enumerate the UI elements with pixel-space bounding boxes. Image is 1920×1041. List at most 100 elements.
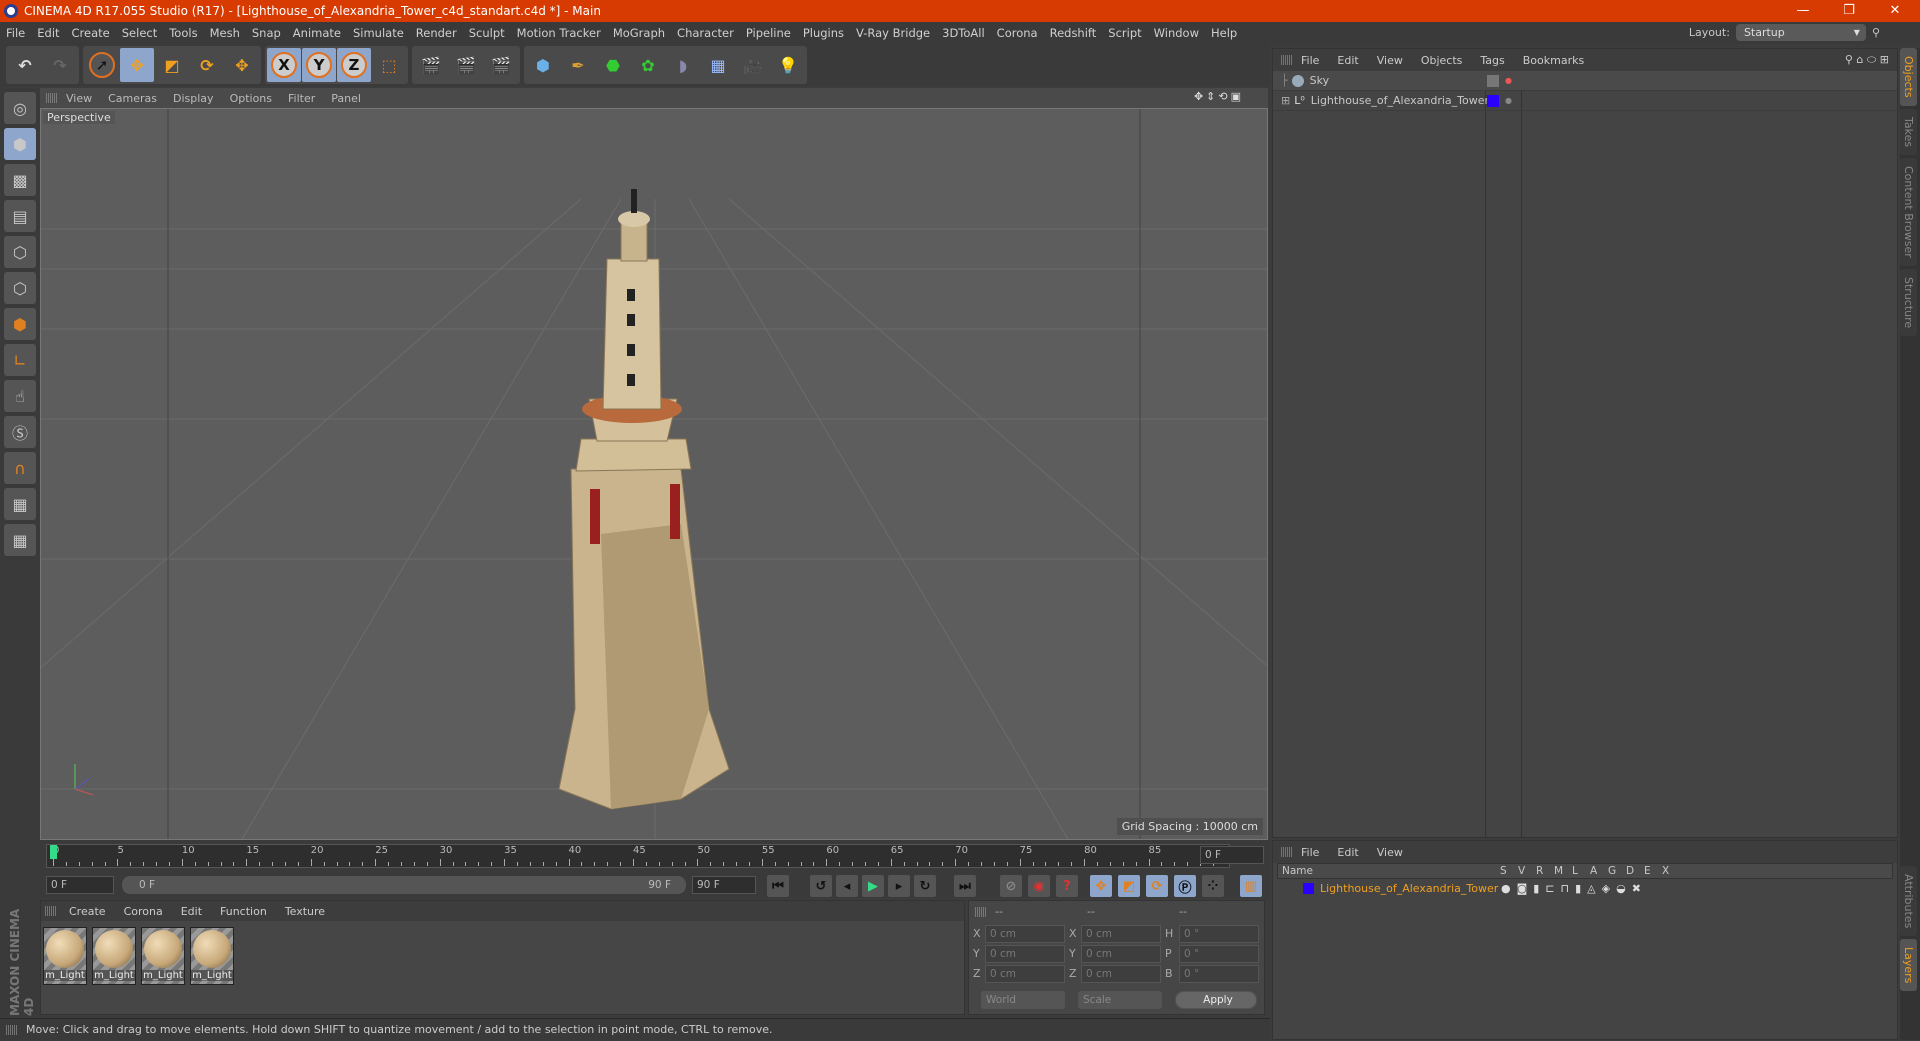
menu-mesh[interactable]: Mesh xyxy=(210,26,240,40)
snap-icon[interactable]: Ⓢ xyxy=(4,416,36,448)
light-button[interactable]: 💡 xyxy=(771,48,805,82)
redo-button[interactable]: ↷ xyxy=(43,48,77,82)
menu-character[interactable]: Character xyxy=(677,26,734,40)
grid-lock-icon[interactable]: ▦ xyxy=(4,488,36,520)
material-swatch[interactable]: m_Light xyxy=(92,927,136,985)
menu-redshift[interactable]: Redshift xyxy=(1050,26,1097,40)
material-menu-create[interactable]: Create xyxy=(69,905,106,918)
next-key-button[interactable]: ↻ xyxy=(914,875,936,897)
autokey-button[interactable]: ? xyxy=(1056,875,1078,897)
object-row-sky[interactable]: ├ Sky ● xyxy=(1273,71,1897,91)
render-view-button[interactable]: 🎬 xyxy=(414,48,448,82)
key-rotation-button[interactable]: ⟳ xyxy=(1146,875,1168,897)
menu-3dtoall[interactable]: 3DToAll xyxy=(942,26,985,40)
coordinate-system-dropdown[interactable]: World xyxy=(981,991,1065,1009)
camera-button[interactable]: 🎥 xyxy=(736,48,770,82)
material-menu-texture[interactable]: Texture xyxy=(285,905,325,918)
record-button[interactable]: ◉ xyxy=(1028,875,1050,897)
key-parameter-button[interactable]: Ⓟ xyxy=(1174,875,1196,897)
close-button[interactable]: ✕ xyxy=(1872,0,1918,22)
layer-menu-edit[interactable]: Edit xyxy=(1337,846,1358,859)
viewport-menu-options[interactable]: Options xyxy=(230,92,272,105)
next-frame-button[interactable]: ▸ xyxy=(888,875,910,897)
viewport-menu-filter[interactable]: Filter xyxy=(288,92,315,105)
tab-content-browser[interactable]: Content Browser xyxy=(1900,157,1917,266)
coord-field[interactable]: 0 cm xyxy=(985,965,1065,983)
layer-column-l[interactable]: L xyxy=(1572,865,1578,877)
menu-sculpt[interactable]: Sculpt xyxy=(469,26,505,40)
tweak-mode-icon[interactable]: ☝ xyxy=(4,380,36,412)
menu-corona[interactable]: Corona xyxy=(997,26,1038,40)
material-menu-edit[interactable]: Edit xyxy=(181,905,202,918)
layer-column-d[interactable]: D xyxy=(1626,865,1634,877)
menu-snap[interactable]: Snap xyxy=(252,26,281,40)
coord-field[interactable]: 0 ° xyxy=(1179,925,1259,943)
viewport-perspective[interactable]: Perspective Grid Spacing : 10000 cm xyxy=(40,108,1268,840)
texture-mode-icon[interactable]: ▩ xyxy=(4,164,36,196)
x-axis-button[interactable]: X xyxy=(267,48,301,82)
material-swatch[interactable]: m_Light xyxy=(141,927,185,985)
floor-button[interactable]: ▦ xyxy=(701,48,735,82)
menu-help[interactable]: Help xyxy=(1211,26,1237,40)
axis-mode-icon[interactable]: ∟ xyxy=(4,344,36,376)
objects-menu-edit[interactable]: Edit xyxy=(1337,54,1358,67)
menu-v-ray-bridge[interactable]: V-Ray Bridge xyxy=(856,26,930,40)
menu-pipeline[interactable]: Pipeline xyxy=(746,26,791,40)
coord-field[interactable]: 0 cm xyxy=(1081,925,1161,943)
frame-range-slider[interactable]: 0 F 90 F xyxy=(122,876,686,894)
objects-menu-file[interactable]: File xyxy=(1301,54,1319,67)
viewport-menu-cameras[interactable]: Cameras xyxy=(108,92,157,105)
previous-frame-button[interactable]: ◂ xyxy=(836,875,858,897)
spline-pen-button[interactable]: ✒ xyxy=(561,48,595,82)
coord-field[interactable]: 0 cm xyxy=(985,945,1065,963)
playhead[interactable] xyxy=(50,845,57,859)
scale-tool-button[interactable]: ◩ xyxy=(155,48,189,82)
start-frame-field[interactable]: 0 F xyxy=(46,876,114,894)
end-frame-field[interactable]: 90 F xyxy=(692,876,756,894)
tab-takes[interactable]: Takes xyxy=(1900,108,1917,155)
layer-row[interactable]: Lighthouse_of_Alexandria_Tower ●◙▮⊏⊓▮◬◈◒… xyxy=(1273,879,1897,897)
go-to-end-button[interactable]: ⏭ xyxy=(954,875,976,897)
object-name[interactable]: Lighthouse_of_Alexandria_Tower xyxy=(1311,94,1489,107)
coord-field[interactable]: 0 cm xyxy=(985,925,1065,943)
layer-column-s[interactable]: S xyxy=(1500,865,1507,877)
viewport-menu-view[interactable]: View xyxy=(66,92,92,105)
coord-field[interactable]: 0 cm xyxy=(1081,965,1161,983)
polygons-mode-icon[interactable]: ⬢ xyxy=(4,308,36,340)
menu-script[interactable]: Script xyxy=(1108,26,1141,40)
layout-dropdown[interactable]: Startup ▼ xyxy=(1735,24,1866,41)
coord-field[interactable]: 0 cm xyxy=(1081,945,1161,963)
layer-column-m[interactable]: M xyxy=(1554,865,1563,877)
edges-mode-icon[interactable]: ⬡ xyxy=(4,272,36,304)
play-button[interactable]: ▶ xyxy=(862,875,884,897)
previous-key-button[interactable]: ↺ xyxy=(810,875,832,897)
viewport-menu-panel[interactable]: Panel xyxy=(331,92,361,105)
menu-select[interactable]: Select xyxy=(122,26,157,40)
workplane-icon[interactable]: ▤ xyxy=(4,200,36,232)
tab-layers[interactable]: Layers xyxy=(1900,939,1917,992)
objects-menu-objects[interactable]: Objects xyxy=(1421,54,1463,67)
layer-column-e[interactable]: E xyxy=(1644,865,1651,877)
menu-window[interactable]: Window xyxy=(1154,26,1199,40)
layer-flag-icons[interactable]: ●◙▮⊏⊓▮◬◈◒✖ xyxy=(1501,882,1647,895)
object-row-lighthouse[interactable]: ⊞ L⁰ Lighthouse_of_Alexandria_Tower ● xyxy=(1273,91,1897,111)
go-to-start-button[interactable]: ⏮ xyxy=(767,875,789,897)
search-icon[interactable]: ⚲ xyxy=(1872,26,1880,39)
cloner-button[interactable]: ✿ xyxy=(631,48,665,82)
objects-menu-tags[interactable]: Tags xyxy=(1480,54,1504,67)
menu-edit[interactable]: Edit xyxy=(37,26,59,40)
workplane-rotate-icon[interactable]: ▦ xyxy=(4,524,36,556)
material-swatch[interactable]: m_Light xyxy=(190,927,234,985)
key-pla-button[interactable]: ⁘ xyxy=(1202,875,1224,897)
layer-column-a[interactable]: A xyxy=(1590,865,1597,877)
menu-create[interactable]: Create xyxy=(72,26,110,40)
render-settings-button[interactable]: 🎬 xyxy=(484,48,518,82)
menu-mograph[interactable]: MoGraph xyxy=(613,26,665,40)
rotate-tool-button[interactable]: ⟳ xyxy=(190,48,224,82)
objects-menu-bookmarks[interactable]: Bookmarks xyxy=(1523,54,1584,67)
render-picture-viewer-button[interactable]: 🎬 xyxy=(449,48,483,82)
model-mode-icon[interactable]: ⬢ xyxy=(4,128,36,160)
material-menu-corona[interactable]: Corona xyxy=(124,905,163,918)
motion-path-button[interactable]: ⊘ xyxy=(1000,875,1022,897)
material-swatch[interactable]: m_Light xyxy=(43,927,87,985)
